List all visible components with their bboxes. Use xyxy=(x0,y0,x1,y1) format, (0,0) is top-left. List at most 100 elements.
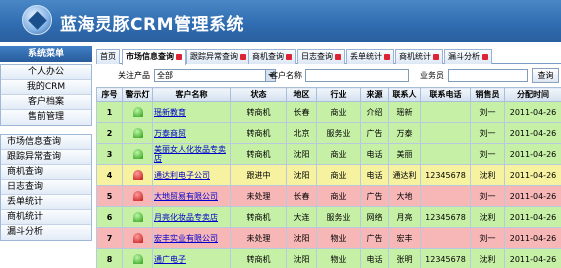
warning-light-cell xyxy=(122,206,153,228)
col-header-status[interactable]: 状态 xyxy=(230,87,287,102)
status-cell: 未处理 xyxy=(230,227,287,249)
tab-label: 首页 xyxy=(100,52,116,61)
assign-time-cell: 2011-04-26 xyxy=(504,101,561,123)
tab-funnel-analysis[interactable]: 漏斗分析 xyxy=(444,49,492,64)
tab-lost-order-stats[interactable]: 丢单统计 xyxy=(346,49,394,64)
industry-cell: 商业 xyxy=(316,143,361,165)
customer-name-link[interactable]: 宏丰实业有限公司 xyxy=(152,227,231,249)
sidebar-item-presales[interactable]: 售前管理 xyxy=(1,110,91,125)
tab-opportunity-stats[interactable]: 商机统计 xyxy=(395,49,443,64)
tab-market-query[interactable]: 市场信息查询 xyxy=(122,49,186,65)
table-row[interactable]: 7 宏丰实业有限公司 未处理 沈阳 物业 广告 宏丰 刘一 2011-04-26 xyxy=(96,227,561,249)
warning-light-cell xyxy=(122,227,153,249)
contact-cell: 瑶新 xyxy=(388,101,421,123)
region-cell: 沈阳 xyxy=(286,248,317,268)
source-cell: 电话 xyxy=(360,164,389,186)
sidebar-item-opportunity-query[interactable]: 商机查询 xyxy=(1,165,91,180)
col-header-region[interactable]: 地区 xyxy=(286,87,317,102)
col-header-source[interactable]: 来源 xyxy=(360,87,389,102)
close-icon[interactable] xyxy=(176,53,182,60)
sidebar-item-customer-files[interactable]: 客户档案 xyxy=(1,95,91,110)
table-row[interactable]: 3 美丽女人化妆品专卖店 转商机 沈阳 商业 电话 美丽 刘一 2011-04-26 xyxy=(96,143,561,165)
table-row[interactable]: 8 通广电子 转商机 沈阳 物业 电话 张明 12345678 沈利 2011-04-26 xyxy=(96,248,561,268)
tab-home[interactable]: 首页 xyxy=(96,49,120,64)
col-header-salesperson[interactable]: 销售员 xyxy=(470,87,505,102)
source-cell: 电话 xyxy=(360,143,389,165)
contact-cell: 张明 xyxy=(388,248,421,268)
salesperson-cell: 刘一 xyxy=(470,122,505,144)
source-cell: 广告 xyxy=(360,185,389,207)
sidebar-item-tracking-exception[interactable]: 跟踪异常查询 xyxy=(1,150,91,165)
table-header-row: 序号 警示灯 客户名称 状态 地区 行业 来源 联系人 联系电话 销售员 分配时… xyxy=(96,87,561,102)
customer-name-link[interactable]: 大地贸易有限公司 xyxy=(152,185,231,207)
warning-light-cell xyxy=(122,101,153,123)
assign-time-cell: 2011-04-26 xyxy=(504,122,561,144)
close-icon[interactable] xyxy=(286,53,292,60)
col-header-industry[interactable]: 行业 xyxy=(316,87,361,102)
sidebar-item-personal-office[interactable]: 个人办公 xyxy=(1,65,91,80)
col-header-assign-time[interactable]: 分配时间 xyxy=(504,87,561,102)
close-icon[interactable] xyxy=(433,53,439,60)
tab-log-query[interactable]: 日志查询 xyxy=(297,49,345,64)
close-icon[interactable] xyxy=(335,53,341,60)
table-row[interactable]: 5 大地贸易有限公司 未处理 长春 商业 广告 大地 刘一 2011-04-26 xyxy=(96,185,561,207)
customer-name-input[interactable] xyxy=(305,69,409,82)
customer-name-link[interactable]: 通达利电子公司 xyxy=(152,164,231,186)
sidebar-item-my-crm[interactable]: 我的CRM xyxy=(1,80,91,95)
tab-opportunity-query[interactable]: 商机查询 xyxy=(248,49,296,64)
green-alert-light-icon xyxy=(132,107,143,117)
table-row[interactable]: 4 通达利电子公司 跟进中 沈阳 商业 电话 通达利 12345678 沈利 2011-04-26 xyxy=(96,164,561,186)
main-panel: 首页 市场信息查询 跟踪异常查询 商机查询 日志查询 丢单统计 商机统计 漏斗分… xyxy=(96,46,561,268)
status-cell: 跟进中 xyxy=(230,164,287,186)
close-icon[interactable] xyxy=(240,53,246,60)
logo-icon xyxy=(22,5,52,35)
customer-name-link[interactable]: 通广电子 xyxy=(152,248,231,268)
table-row[interactable]: 1 瑶新教育 转商机 长春 商业 介绍 瑶新 刘一 2011-04-26 xyxy=(96,101,561,123)
sidebar-item-funnel-analysis[interactable]: 漏斗分析 xyxy=(1,225,91,240)
customer-name-link[interactable]: 瑶新教育 xyxy=(152,101,231,123)
phone-cell: 12345678 xyxy=(420,206,471,228)
col-header-index[interactable]: 序号 xyxy=(96,87,123,102)
search-button[interactable]: 查询 xyxy=(532,68,559,83)
product-select[interactable]: 全部 xyxy=(154,69,276,82)
table-row[interactable]: 2 万泰商贸 转商机 北京 服务业 广告 万泰 刘一 2011-04-26 xyxy=(96,122,561,144)
row-index: 7 xyxy=(96,227,123,249)
warning-light-cell xyxy=(122,185,153,207)
warning-light-cell xyxy=(122,122,153,144)
red-alert-light-icon xyxy=(132,170,143,180)
assign-time-cell: 2011-04-26 xyxy=(504,227,561,249)
app-header: 蓝海灵豚CRM管理系统 xyxy=(0,0,561,42)
sidebar-item-opportunity-stats[interactable]: 商机统计 xyxy=(1,210,91,225)
customer-name-link[interactable]: 美丽女人化妆品专卖店 xyxy=(152,143,231,165)
industry-cell: 物业 xyxy=(316,227,361,249)
assign-time-cell: 2011-04-26 xyxy=(504,185,561,207)
row-index: 3 xyxy=(96,143,123,165)
green-alert-light-icon xyxy=(132,149,143,159)
table-row[interactable]: 6 月亮化妆品专卖店 转商机 大连 服务业 网络 月亮 12345678 沈利 2011-04-2… xyxy=(96,206,561,228)
col-header-phone[interactable]: 联系电话 xyxy=(420,87,471,102)
close-icon[interactable] xyxy=(482,53,488,60)
sidebar-item-lost-order-stats[interactable]: 丢单统计 xyxy=(1,195,91,210)
tab-label: 漏斗分析 xyxy=(448,52,480,61)
col-header-customer[interactable]: 客户名称 xyxy=(152,87,231,102)
contact-cell: 月亮 xyxy=(388,206,421,228)
col-header-contact[interactable]: 联系人 xyxy=(388,87,421,102)
salesperson-input[interactable] xyxy=(448,69,528,82)
tab-label: 商机统计 xyxy=(399,52,431,61)
customer-name-link[interactable]: 万泰商贸 xyxy=(152,122,231,144)
customer-name-link[interactable]: 月亮化妆品专卖店 xyxy=(152,206,231,228)
sidebar-item-log-query[interactable]: 日志查询 xyxy=(1,180,91,195)
close-icon[interactable] xyxy=(384,53,390,60)
phone-cell xyxy=(420,122,471,144)
product-select-value: 全部 xyxy=(157,71,173,80)
sidebar-sub-menu: 市场信息查询 跟踪异常查询 商机查询 日志查询 丢单统计 商机统计 漏斗分析 xyxy=(0,134,92,241)
green-alert-light-icon xyxy=(132,254,143,264)
col-header-warning[interactable]: 警示灯 xyxy=(122,87,153,102)
warning-light-cell xyxy=(122,143,153,165)
tab-tracking-exception[interactable]: 跟踪异常查询 xyxy=(186,49,250,64)
row-index: 6 xyxy=(96,206,123,228)
status-cell: 转商机 xyxy=(230,248,287,268)
phone-cell: 12345678 xyxy=(420,248,471,268)
status-cell: 转商机 xyxy=(230,122,287,144)
sidebar-item-market-query[interactable]: 市场信息查询 xyxy=(1,135,91,150)
